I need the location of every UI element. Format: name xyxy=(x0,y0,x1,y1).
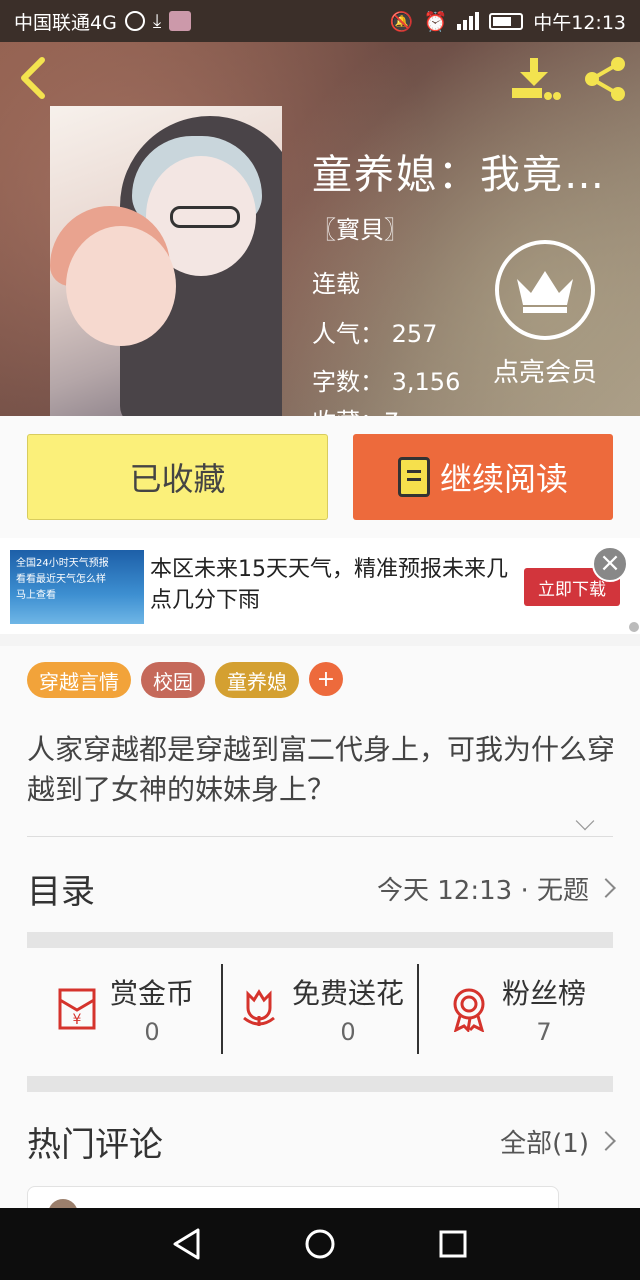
send-flower-button[interactable]: 免费送花 0 xyxy=(221,964,417,1054)
carrier-text: 中国联通4G xyxy=(14,11,117,34)
book-author[interactable]: 〖寳貝〗 xyxy=(312,210,408,245)
collected-label: 已收藏 xyxy=(129,460,226,498)
red-envelope-icon: ¥ xyxy=(58,988,96,1030)
tag-chip[interactable]: 校园 xyxy=(141,662,205,698)
status-left: 中国联通4G ⤓ xyxy=(14,8,192,35)
book-cover-image[interactable] xyxy=(50,106,282,416)
crown-icon xyxy=(495,240,595,340)
popularity-label: 人气： xyxy=(312,320,384,348)
all-comments-label: 全部(1) xyxy=(500,1128,589,1159)
system-nav-bar xyxy=(0,1208,640,1280)
toc-label: 目录 xyxy=(27,871,95,912)
vip-button[interactable]: 点亮会员 xyxy=(490,240,600,389)
divider xyxy=(27,836,613,837)
all-comments-link[interactable]: 全部(1) xyxy=(500,1123,616,1160)
alarm-icon: ⏰ xyxy=(423,10,448,33)
app-notification-icon xyxy=(169,11,192,31)
nav-recents-button[interactable] xyxy=(433,1224,473,1264)
ad-thumbnail: 全国24小时天气预报 看看最近天气怎么样 马上查看 xyxy=(10,550,144,624)
tag-list: 穿越言情 校园 童养媳 + xyxy=(27,662,343,698)
ad-thumb-line1: 全国24小时天气预报 xyxy=(16,558,109,569)
back-arrow-icon xyxy=(21,57,45,99)
stat-value: 7 xyxy=(536,1018,552,1046)
stat-name: 粉丝榜 xyxy=(501,977,586,1010)
ad-thumb-line3: 马上查看 xyxy=(16,590,56,601)
square-recents-icon xyxy=(439,1230,467,1258)
download-button[interactable] xyxy=(510,56,562,102)
reward-coin-button[interactable]: ¥ 赏金币 0 xyxy=(27,964,221,1054)
section-divider xyxy=(27,1076,613,1092)
status-right: 🔕 ⏰ 中午12:13 xyxy=(390,8,626,35)
triangle-back-icon xyxy=(173,1228,200,1260)
download-icon xyxy=(512,58,561,100)
book-detail-page: 中国联通4G ⤓ 🔕 ⏰ 中午12:13 童养媳：我竟重… 〖寳貝〗 连载 人气… xyxy=(0,0,640,1280)
book-intro: 人家穿越都是穿越到富二代身上，可我为什么穿越到了女神的妹妹身上？ xyxy=(27,733,616,806)
status-bar: 中国联通4G ⤓ 🔕 ⏰ 中午12:13 xyxy=(0,0,640,42)
popularity-row: 人气： 257 xyxy=(312,314,437,349)
flower-icon xyxy=(243,989,275,1026)
word-count-value: 3,156 xyxy=(391,368,461,396)
chevron-right-icon xyxy=(596,878,616,898)
hot-comments-header: 热门评论 全部(1) xyxy=(27,1116,616,1166)
collect-count-row: 收藏：7 xyxy=(312,402,399,416)
download-status-icon: ⤓ xyxy=(152,10,162,32)
nav-home-button[interactable] xyxy=(300,1224,340,1264)
globe-icon xyxy=(124,11,145,31)
tag-chip[interactable]: 穿越言情 xyxy=(27,662,131,698)
vip-label: 点亮会员 xyxy=(492,358,597,388)
clock-text: 中午12:13 xyxy=(533,11,626,34)
stat-value: 0 xyxy=(144,1018,160,1046)
continue-reading-label: 继续阅读 xyxy=(439,460,568,498)
back-button[interactable] xyxy=(14,56,54,100)
ad-banner[interactable]: 全国24小时天气预报 看看最近天气怎么样 马上查看 本区未来15天天气，精准预报… xyxy=(0,538,640,634)
chevron-right-icon xyxy=(596,1131,616,1151)
word-count-label: 字数： xyxy=(312,368,384,396)
stats-row: ¥ 赏金币 0 免费送花 0 粉丝榜 7 xyxy=(27,964,613,1054)
mute-icon: 🔕 xyxy=(389,10,414,33)
share-icon xyxy=(585,57,625,101)
stat-name: 免费送花 xyxy=(291,977,404,1010)
ad-info-icon[interactable] xyxy=(629,622,639,632)
book-icon xyxy=(397,457,430,497)
book-header: 童养媳：我竟重… 〖寳貝〗 连载 人气： 257 字数： 3,156 收藏：7 … xyxy=(0,42,640,416)
battery-icon xyxy=(489,12,524,30)
action-bar: 已收藏 继续阅读 xyxy=(0,416,640,538)
ad-thumb-line2: 看看最近天气怎么样 xyxy=(16,574,106,585)
book-content: 穿越言情 校园 童养媳 + 人家穿越都是穿越到富二代身上，可我为什么穿越到了女神… xyxy=(0,646,640,1229)
ad-close-icon[interactable]: × xyxy=(592,546,628,582)
stat-value: 0 xyxy=(340,1018,356,1046)
circle-home-icon xyxy=(305,1229,335,1259)
serial-status: 连载 xyxy=(312,270,360,298)
svg-text:¥: ¥ xyxy=(73,1012,82,1028)
continue-reading-button[interactable]: 继续阅读 xyxy=(353,434,613,520)
book-title: 童养媳：我竟重… xyxy=(312,152,638,198)
hot-comments-title: 热门评论 xyxy=(27,1124,163,1165)
nav-back-button[interactable] xyxy=(167,1224,207,1264)
add-tag-button[interactable]: + xyxy=(309,662,343,696)
tag-chip[interactable]: 童养媳 xyxy=(215,662,299,698)
ad-text: 本区未来15天天气，精准预报未来几点几分下雨 xyxy=(150,557,508,613)
word-count-row: 字数： 3,156 xyxy=(312,362,460,397)
popularity-value: 257 xyxy=(391,320,438,348)
section-divider xyxy=(27,932,613,948)
expand-chevron-icon[interactable] xyxy=(575,811,595,831)
fan-rank-button[interactable]: 粉丝榜 7 xyxy=(417,964,613,1054)
latest-chapter: 今天 12:13 · 无题 xyxy=(377,875,589,906)
collected-button[interactable]: 已收藏 xyxy=(27,434,328,520)
signal-icon xyxy=(457,12,480,30)
share-button[interactable] xyxy=(580,56,632,102)
medal-icon xyxy=(453,988,485,1032)
table-of-contents-row[interactable]: 目录 今天 12:13 · 无题 xyxy=(27,856,616,920)
stat-name: 赏金币 xyxy=(109,977,194,1010)
